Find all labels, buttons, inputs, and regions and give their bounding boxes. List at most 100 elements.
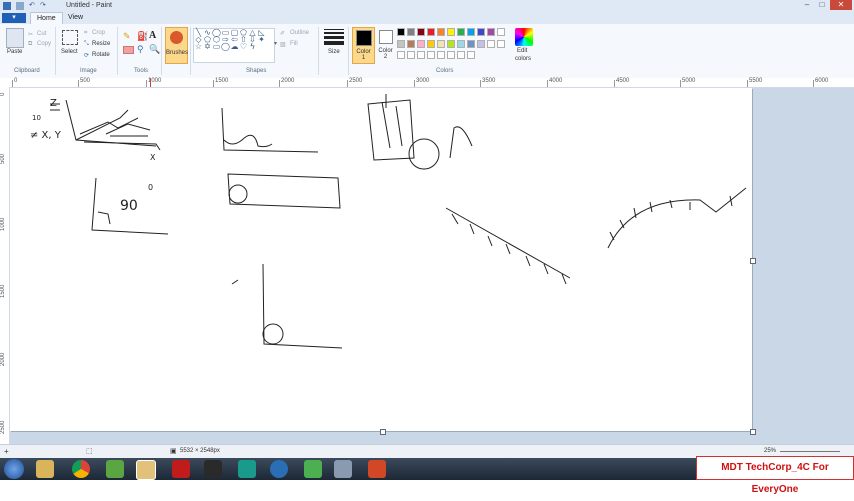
text-tool-icon[interactable]: A <box>149 30 156 41</box>
file-menu-button[interactable]: ▾ <box>2 13 26 23</box>
lightning-shape-icon[interactable]: ϟ <box>248 43 257 51</box>
outline-dropdown[interactable]: Outline <box>290 30 309 36</box>
undo-icon[interactable]: ↶ <box>29 2 37 10</box>
powerpoint-taskbar-icon[interactable] <box>368 460 386 478</box>
paste-icon[interactable] <box>6 28 24 48</box>
palette-swatch[interactable] <box>467 28 475 36</box>
ruler-h-label: 0 <box>14 78 18 84</box>
palette-swatch[interactable] <box>427 28 435 36</box>
close-button[interactable]: ✕ <box>830 0 852 10</box>
size-button[interactable]: Size <box>328 49 340 55</box>
crop-button[interactable]: Crop <box>92 30 105 36</box>
app-teal-taskbar-icon[interactable] <box>238 460 256 478</box>
cut-button[interactable]: Cut <box>37 31 46 37</box>
palette-swatch[interactable] <box>447 39 455 48</box>
app-taskbar-icon[interactable] <box>106 460 124 478</box>
palette-swatch[interactable] <box>417 28 425 36</box>
palette-swatch[interactable] <box>497 28 505 36</box>
tab-view[interactable]: View <box>62 12 89 24</box>
palette-swatch[interactable] <box>427 51 435 60</box>
palette-swatch[interactable] <box>437 39 445 48</box>
palette-swatch[interactable] <box>437 28 445 36</box>
palette-swatch[interactable] <box>397 39 405 48</box>
zoom-slider[interactable] <box>780 451 840 452</box>
color-palette <box>397 28 512 61</box>
palette-swatch[interactable] <box>467 51 475 60</box>
palette-swatch[interactable] <box>447 28 455 36</box>
color-picker-icon[interactable]: ⚲ <box>137 44 144 55</box>
shapes-scroll-icon[interactable]: ▾ <box>274 40 277 47</box>
shapes-gallery[interactable]: ╲ ∿ ◯ ▭ ▢ ⬠ △ ◺ ◇ ⬠ ⬡ ⇨ ⇦ ⇧ ⇩ ✦ ☆ ✡ ▭ ◯ … <box>193 28 275 63</box>
drawing-canvas[interactable]: Z 10 ≠ X, Y X 90 0 <box>10 88 752 431</box>
palette-swatch[interactable] <box>457 51 465 60</box>
app-blue-taskbar-icon[interactable] <box>270 460 288 478</box>
rotate-button[interactable]: Rotate <box>92 52 110 58</box>
app-gray-taskbar-icon[interactable] <box>334 460 352 478</box>
paint-app-icon[interactable] <box>3 2 11 10</box>
palette-swatch[interactable] <box>407 39 415 48</box>
app-chart-taskbar-icon[interactable] <box>304 460 322 478</box>
app-x-taskbar-icon[interactable] <box>204 460 222 478</box>
edit-colors-label-1[interactable]: Edit <box>517 48 527 54</box>
ruler-h-label: 5500 <box>749 78 763 84</box>
ruler-v-label: 1500 <box>0 284 6 298</box>
canvas-resize-handle-right[interactable] <box>750 258 756 264</box>
palette-swatch[interactable] <box>407 51 415 60</box>
palette-swatch[interactable] <box>457 28 465 36</box>
palette-swatch[interactable] <box>437 51 445 60</box>
paste-button[interactable]: Paste <box>7 49 22 55</box>
canvas-resize-handle-bottom[interactable] <box>380 429 386 435</box>
palette-swatch[interactable] <box>397 28 405 36</box>
fill-dropdown[interactable]: Fill <box>290 41 298 47</box>
palette-swatch[interactable] <box>427 39 435 48</box>
palette-swatch[interactable] <box>447 51 455 60</box>
edit-colors-icon[interactable] <box>515 28 533 46</box>
eraser-icon[interactable] <box>123 46 134 54</box>
palette-swatch[interactable] <box>477 28 485 36</box>
copy-button[interactable]: Copy <box>37 41 51 47</box>
magnifier-icon[interactable]: 🔍 <box>149 44 160 55</box>
maximize-button[interactable]: □ <box>815 0 829 10</box>
save-icon[interactable] <box>16 2 24 10</box>
palette-swatch[interactable] <box>487 39 495 48</box>
size-icon[interactable] <box>324 29 344 45</box>
cut-icon: ✂ <box>28 32 34 38</box>
pencil-icon[interactable]: ✎ <box>123 31 131 42</box>
edit-colors-label-2[interactable]: colors <box>515 56 531 62</box>
palette-swatch[interactable] <box>397 51 405 60</box>
ruler-h-label: 5000 <box>682 78 696 84</box>
ruler-h-tick <box>614 80 615 87</box>
ruler-h-tick <box>213 80 214 87</box>
oval-callout-shape-icon[interactable]: ◯ <box>221 43 230 51</box>
explorer-taskbar-icon[interactable] <box>36 460 54 478</box>
cloud-callout-shape-icon[interactable]: ☁ <box>230 43 239 51</box>
five-point-star-shape-icon[interactable]: ☆ <box>194 43 203 51</box>
paint-taskbar-icon[interactable] <box>136 460 156 480</box>
start-button[interactable] <box>4 459 24 479</box>
rounded-callout-shape-icon[interactable]: ▭ <box>212 43 221 51</box>
app-red-taskbar-icon[interactable] <box>172 460 190 478</box>
palette-swatch[interactable] <box>477 39 485 48</box>
palette-swatch[interactable] <box>417 39 425 48</box>
chrome-taskbar-icon[interactable] <box>72 460 90 478</box>
resize-button[interactable]: Resize <box>92 41 110 47</box>
brushes-button[interactable]: Brushes <box>165 27 188 64</box>
palette-swatch[interactable] <box>417 51 425 60</box>
palette-swatch[interactable] <box>497 39 505 48</box>
select-button[interactable]: Select <box>61 49 78 55</box>
select-icon[interactable] <box>62 30 78 45</box>
palette-swatch[interactable] <box>467 39 475 48</box>
six-point-star-shape-icon[interactable]: ✡ <box>203 43 212 51</box>
palette-swatch[interactable] <box>407 28 415 36</box>
heart-shape-icon[interactable]: ♡ <box>239 43 248 51</box>
fill-bucket-icon[interactable]: ⛽ <box>137 31 148 42</box>
redo-icon[interactable]: ↷ <box>40 2 48 10</box>
four-point-star-shape-icon[interactable]: ✦ <box>257 36 266 44</box>
color1-button[interactable]: Color 1 <box>352 27 375 64</box>
sketch-text-z: Z <box>50 98 57 109</box>
canvas-resize-handle-corner[interactable] <box>750 429 756 435</box>
palette-swatch[interactable] <box>487 28 495 36</box>
palette-swatch[interactable] <box>457 39 465 48</box>
minimize-button[interactable]: – <box>800 0 814 10</box>
color2-button[interactable]: Color 2 <box>376 27 395 62</box>
